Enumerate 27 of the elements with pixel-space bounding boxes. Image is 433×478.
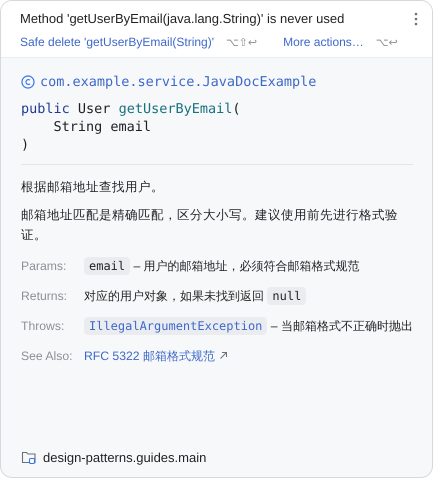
code-line: public User getUserByEmail( bbox=[21, 100, 240, 118]
inspection-message: Method 'getUserByEmail(java.lang.String)' is never used bbox=[20, 11, 344, 26]
code-line: String email bbox=[52, 118, 152, 136]
reference-link[interactable]: RFC 5322 邮箱格式规范 bbox=[84, 349, 215, 363]
section-label: Params: bbox=[21, 258, 68, 275]
section-label: Throws: bbox=[21, 318, 66, 335]
code-line: ) bbox=[21, 136, 30, 154]
description-text: 邮箱地址匹配是精确匹配，区分大小写。建议使用前先进行格式验证。 bbox=[21, 207, 399, 244]
module-name: design-patterns.guides.main bbox=[43, 450, 206, 465]
section-label: See Also: bbox=[21, 348, 74, 365]
section-label: Returns: bbox=[21, 288, 68, 305]
shortcut-hint: ⌥↩ bbox=[376, 36, 398, 48]
shortcut-hint: ⌥⇧↩ bbox=[226, 36, 258, 48]
action-link[interactable]: More actions… bbox=[283, 35, 364, 49]
module-folder-icon bbox=[21, 450, 37, 465]
class-name: com.example.service.JavaDocExample bbox=[40, 74, 316, 90]
exception-link[interactable]: IllegalArgumentException bbox=[84, 317, 268, 335]
code-chip: email bbox=[84, 257, 130, 275]
action-link[interactable]: Safe delete 'getUserByEmail(String)' bbox=[20, 35, 214, 49]
class-icon bbox=[21, 75, 35, 89]
code-chip: null bbox=[267, 287, 306, 305]
section-text: email – 用户的邮箱地址，必须符合邮箱格式规范 bbox=[84, 255, 413, 277]
section-text: IllegalArgumentException – 当邮箱格式不正确时抛出 bbox=[84, 315, 413, 337]
description-text: 根据邮箱地址查找用户。 bbox=[21, 179, 165, 196]
external-link-icon bbox=[218, 351, 228, 360]
section-text: 对应的用户对象，如果未找到返回 null bbox=[84, 285, 413, 307]
more-options-icon[interactable] bbox=[414, 12, 418, 26]
